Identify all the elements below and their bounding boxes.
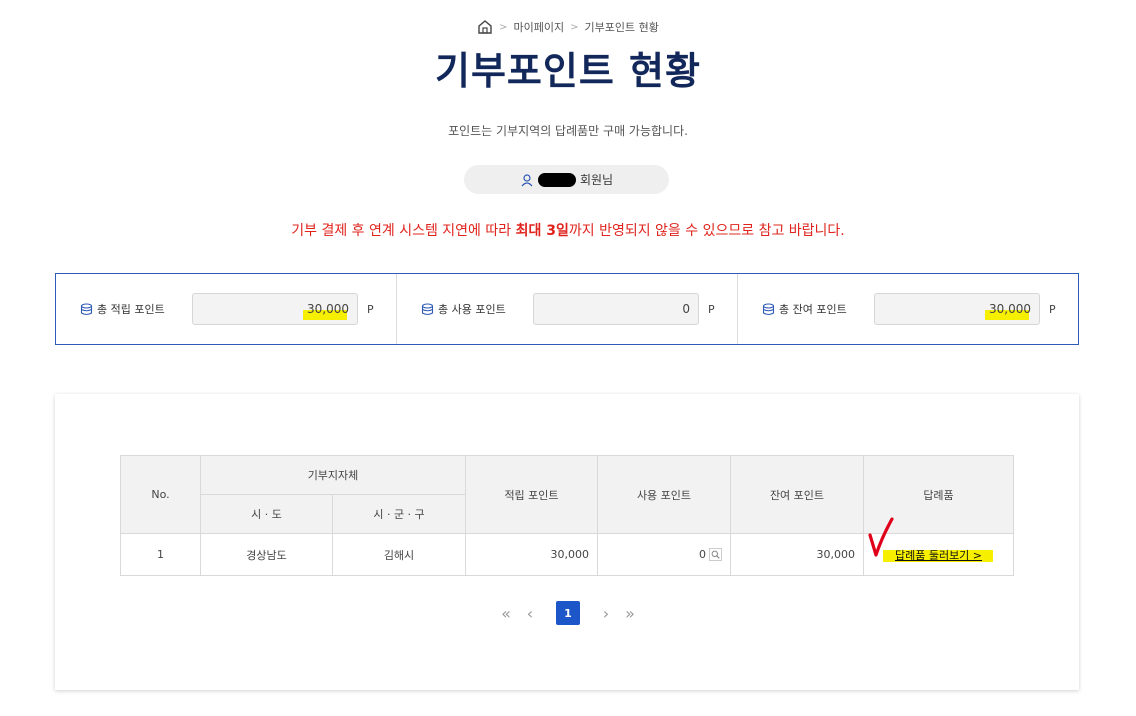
browse-gifts-link[interactable]: 답례품 둘러보기 > <box>882 547 993 563</box>
col-header-remaining: 잔여 포인트 <box>730 455 864 534</box>
user-suffix: 회원님 <box>579 173 614 187</box>
points-label: 총 사용 포인트 <box>421 301 533 317</box>
points-cell-earned: 총 적립 포인트 30,000 P <box>56 274 397 344</box>
cell-earned: 30,000 <box>465 533 598 576</box>
cell-remaining: 30,000 <box>730 533 864 576</box>
points-cell-remaining: 총 잔여 포인트 30,000 P <box>738 274 1078 344</box>
breadcrumb-separator: > <box>570 21 579 33</box>
notice-text-bold: 최대 3일 <box>515 223 569 239</box>
pagination: « ‹ 1 › » <box>0 601 1136 625</box>
home-icon[interactable] <box>477 19 493 35</box>
points-label-text: 총 잔여 포인트 <box>779 303 847 316</box>
user-icon <box>520 173 534 187</box>
col-header-sido: 시 · 도 <box>200 494 333 534</box>
cell-used-value: 0 <box>699 547 706 561</box>
search-icon[interactable] <box>709 548 722 562</box>
first-page-button[interactable]: « <box>494 601 518 625</box>
points-label-text: 총 적립 포인트 <box>97 303 165 316</box>
points-value-text: 30,000 <box>307 302 349 316</box>
page-subtitle: 포인트는 기부지역의 답례품만 구매 가능합니다. <box>448 124 688 138</box>
database-icon <box>80 302 93 316</box>
points-value-text: 0 <box>682 302 690 316</box>
user-badge: 회원님 <box>464 165 669 194</box>
breadcrumb-item-mypage[interactable]: 마이페이지 <box>514 19 565 35</box>
cell-no: 1 <box>120 533 201 576</box>
last-page-button[interactable]: » <box>618 601 642 625</box>
page-1-button[interactable]: 1 <box>556 601 580 625</box>
points-label-text: 총 사용 포인트 <box>438 303 506 316</box>
points-label: 총 잔여 포인트 <box>762 301 874 317</box>
cell-used: 0 <box>597 533 731 576</box>
points-value-remaining: 30,000 <box>874 293 1040 325</box>
points-unit: P <box>1049 302 1056 316</box>
col-header-earned: 적립 포인트 <box>465 455 598 534</box>
points-summary: 총 적립 포인트 30,000 P 총 사용 포인트 0 P 총 잔여 포인트 <box>55 273 1079 345</box>
notice-text-after: 까지 반영되지 않을 수 있으므로 참고 바랍니다. <box>568 223 845 239</box>
redacted-username <box>537 172 576 187</box>
database-icon <box>762 302 775 316</box>
points-value-text: 30,000 <box>989 302 1031 316</box>
points-value-used: 0 <box>533 293 699 325</box>
delay-notice: 기부 결제 후 연계 시스템 지연에 따라 최대 3일까지 반영되지 않을 수 … <box>0 220 1136 240</box>
breadcrumb-item-current: 기부포인트 현황 <box>584 21 659 34</box>
browse-gifts-link-text: 답례품 둘러보기 > <box>894 548 983 562</box>
page-title: 기부포인트 현황 <box>435 49 701 93</box>
cell-sido: 경상남도 <box>200 533 333 576</box>
col-header-sigungu: 시 · 군 · 구 <box>332 494 466 534</box>
breadcrumb: > 마이페이지 > 기부포인트 현황 <box>0 19 1136 35</box>
breadcrumb-separator: > <box>499 21 508 33</box>
next-page-button[interactable]: › <box>594 601 618 625</box>
database-icon <box>421 302 434 316</box>
col-header-region-group: 기부지자체 <box>200 455 466 495</box>
points-value-earned: 30,000 <box>192 293 358 325</box>
cell-sigungu: 김해시 <box>332 533 466 576</box>
points-label: 총 적립 포인트 <box>80 301 192 317</box>
points-cell-used: 총 사용 포인트 0 P <box>397 274 738 344</box>
points-unit: P <box>367 302 374 316</box>
prev-page-button[interactable]: ‹ <box>518 601 542 625</box>
col-header-used: 사용 포인트 <box>597 455 731 534</box>
col-header-no: No. <box>120 455 201 534</box>
notice-text-before: 기부 결제 후 연계 시스템 지연에 따라 <box>291 223 516 239</box>
points-unit: P <box>708 302 715 316</box>
